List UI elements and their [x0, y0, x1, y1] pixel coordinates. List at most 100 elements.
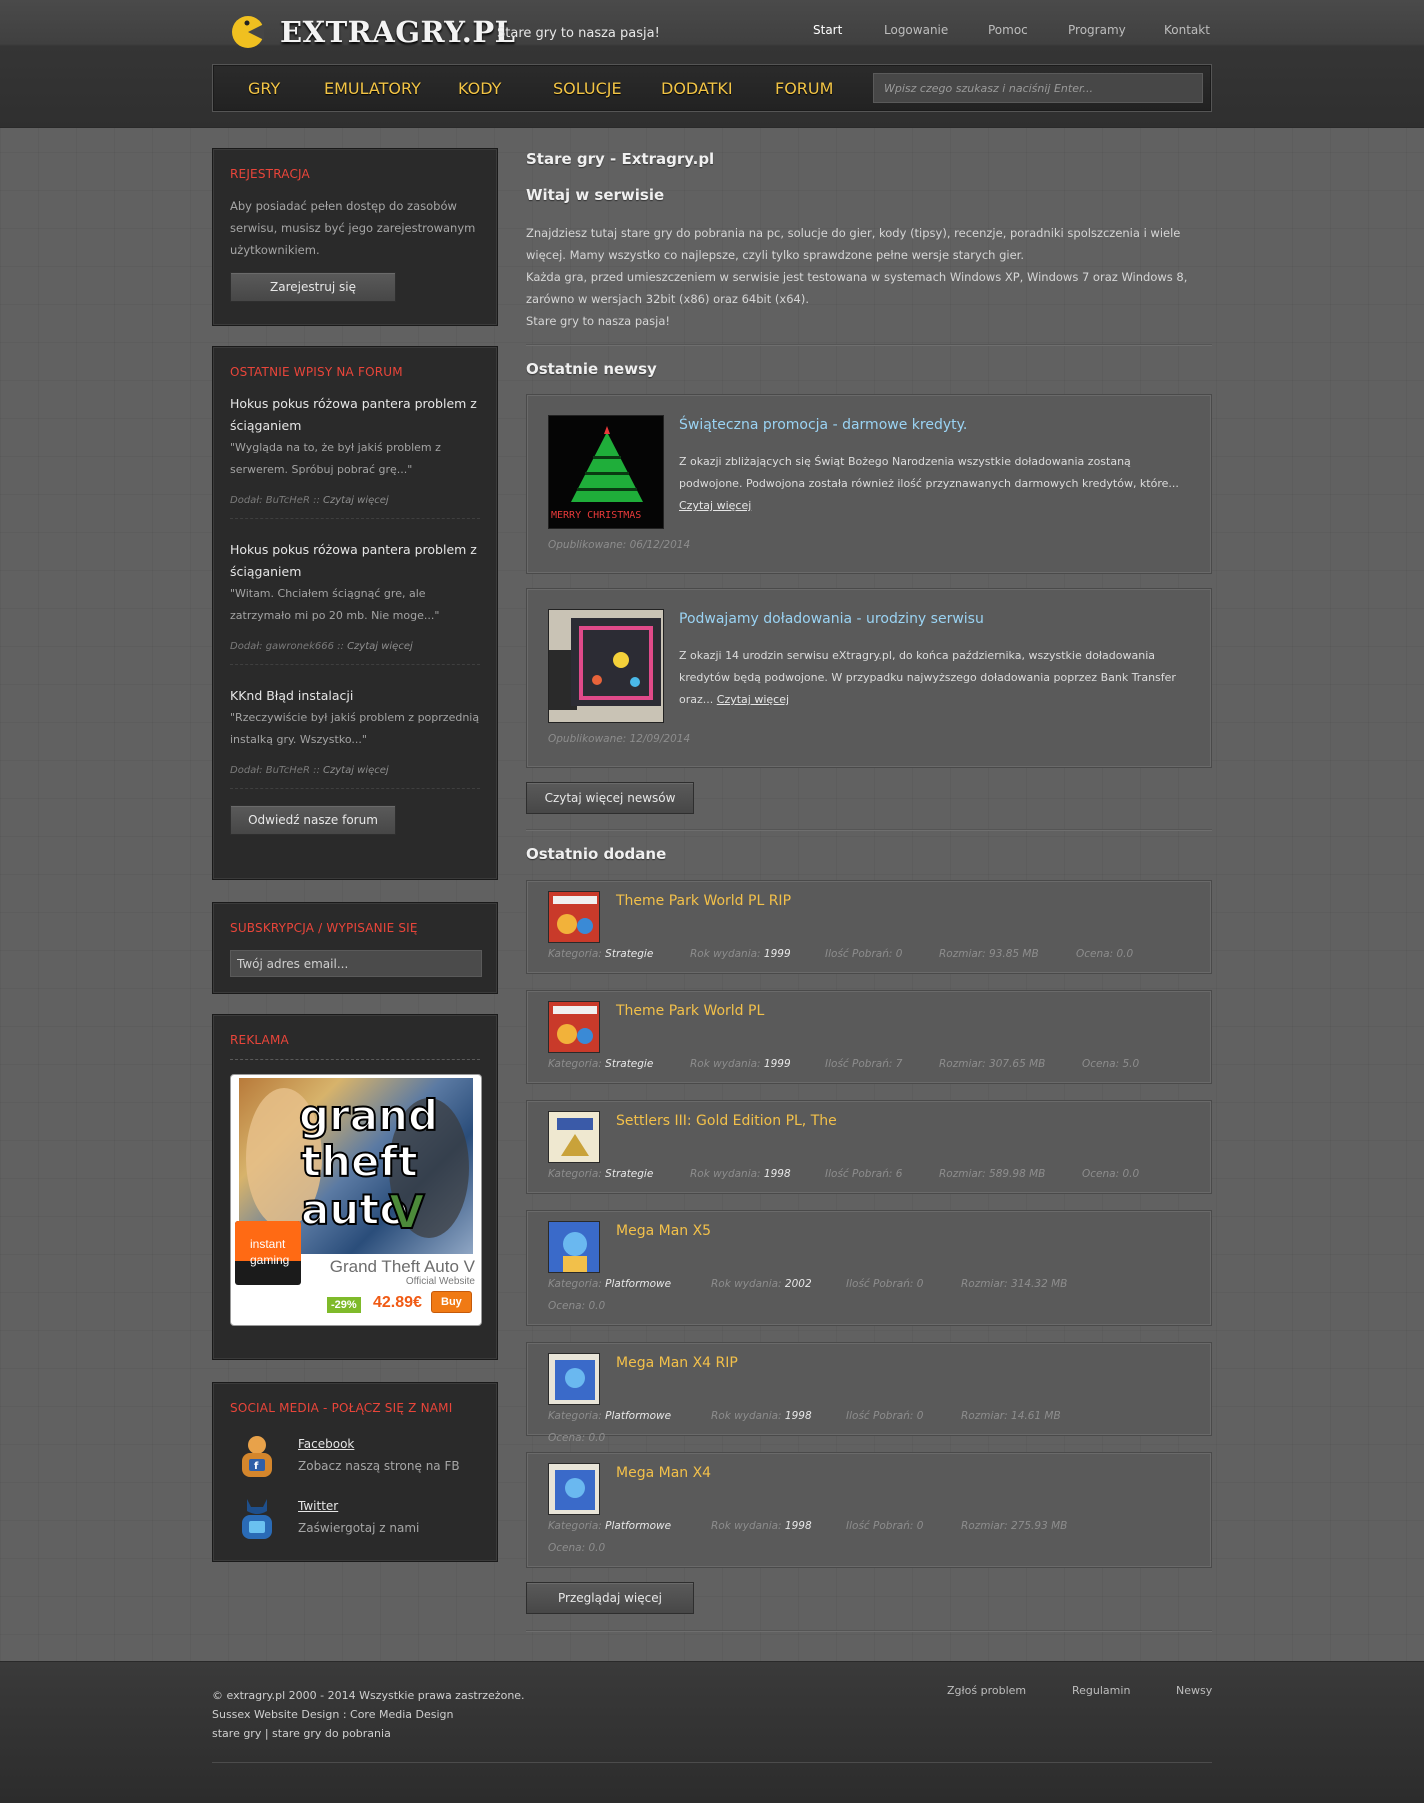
svg-text:grand: grand — [299, 1091, 438, 1140]
news-title[interactable]: Świąteczna promocja - darmowe kredyty. — [679, 417, 967, 433]
game-category-value[interactable]: Strategie — [605, 1168, 653, 1180]
mainnav-addons[interactable]: DODATKI — [661, 79, 733, 98]
forum-post-author: Dodał: BuTcHeR :: — [230, 765, 323, 776]
game-meta: Kategoria: Strategie Rok wydania: 1999 Ilo… — [548, 943, 1148, 965]
twitter-link[interactable]: Twitter — [298, 1495, 419, 1517]
game-title[interactable]: Mega Man X5 — [616, 1223, 711, 1239]
game-cover[interactable] — [548, 1111, 600, 1163]
visit-forum-button[interactable]: Odwiedź nasze forum — [230, 805, 396, 835]
twitter-mascot-icon — [242, 1499, 272, 1539]
game-year-value: 1998 — [784, 1410, 812, 1422]
game-title[interactable]: Mega Man X4 — [616, 1465, 711, 1481]
game-cover[interactable] — [548, 1353, 600, 1405]
social-box: SOCIAL MEDIA - POŁĄCZ SIĘ Z NAMI f Faceb… — [212, 1382, 498, 1562]
facebook-description: Zobacz naszą stronę na FB — [298, 1459, 460, 1473]
forum-post-read-more-link[interactable]: Czytaj więcej — [323, 495, 389, 506]
forum-post: Hokus pokus różowa pantera problem z ści… — [230, 393, 480, 519]
game-year: Rok wydania: 1998 — [711, 1515, 846, 1537]
section-divider — [526, 829, 1212, 831]
footer-line[interactable]: stare gry | stare gry do pobrania — [212, 1724, 525, 1743]
forum-post-read-more-link[interactable]: Czytaj więcej — [347, 641, 413, 652]
settlers-cover-image — [549, 1112, 599, 1162]
game-meta: Kategoria: Strategie Rok wydania: 1998 Ilo… — [548, 1163, 1148, 1185]
game-cover[interactable] — [548, 1463, 600, 1515]
news-read-more-link[interactable]: Czytaj więcej — [679, 499, 751, 512]
forum-post-title[interactable]: Hokus pokus różowa pantera problem z ści… — [230, 539, 480, 583]
topnav-programs[interactable]: Programy — [1068, 23, 1126, 37]
news-thumbnail[interactable]: MERRY CHRISTMAS — [548, 415, 664, 529]
ad-banner[interactable]: grand theft auto V instant gaming Grand … — [230, 1074, 482, 1326]
game-row: Settlers III: Gold Edition PL, The Kateg… — [526, 1100, 1212, 1194]
game-year: Rok wydania: 1999 — [690, 943, 825, 965]
site-logo[interactable]: EXTRAGRY.PL — [230, 12, 516, 52]
mainnav-games[interactable]: GRY — [248, 79, 280, 98]
topnav-help[interactable]: Pomoc — [988, 23, 1028, 37]
newsletter-email-input[interactable] — [230, 950, 482, 977]
game-cover[interactable] — [548, 1221, 600, 1273]
news-title[interactable]: Podwajamy doładowania - urodziny serwisu — [679, 611, 984, 627]
game-category-value[interactable]: Strategie — [605, 1058, 653, 1070]
game-size: Rozmiar: 307.65 MB — [939, 1053, 1082, 1075]
game-title[interactable]: Mega Man X4 RIP — [616, 1355, 738, 1371]
game-category-value[interactable]: Platformowe — [605, 1278, 671, 1290]
forum-post: KKnd Błąd instalacji "Rzeczywiście był j… — [230, 685, 480, 789]
game-rating: Ocena: 0.0 — [548, 1537, 605, 1559]
game-category-label: Kategoria: — [548, 948, 606, 960]
game-downloads-value: 0 — [916, 1278, 924, 1290]
game-downloads-label: Ilość Pobrań: — [825, 1168, 896, 1180]
game-title[interactable]: Theme Park World PL RIP — [616, 893, 791, 909]
news-read-more-link[interactable]: Czytaj więcej — [717, 693, 789, 706]
game-category-value[interactable]: Strategie — [605, 948, 653, 960]
game-category-value[interactable]: Platformowe — [605, 1520, 671, 1532]
game-cover[interactable] — [548, 1001, 600, 1053]
game-year: Rok wydania: 1998 — [711, 1405, 846, 1427]
game-downloads: Ilość Pobrań: 0 — [846, 1273, 961, 1295]
game-row: Theme Park World PL Kategoria: Strategie… — [526, 990, 1212, 1084]
footer-line[interactable]: Sussex Website Design : Core Media Desig… — [212, 1705, 525, 1724]
footer-report-problem-link[interactable]: Zgłoś problem — [947, 1684, 1026, 1697]
game-meta: Kategoria: Platformowe Rok wydania: 1998 I… — [548, 1405, 1148, 1449]
forum-post-read-more-link[interactable]: Czytaj więcej — [323, 765, 389, 776]
game-size-label: Rozmiar: — [939, 1058, 990, 1070]
game-year-label: Rok wydania: — [711, 1520, 785, 1532]
news-body: Z okazji 14 urodzin serwisu eXtragry.pl,… — [679, 645, 1189, 711]
forum-post-excerpt: "Wygląda na to, że był jakiś problem z s… — [230, 441, 441, 476]
pacman-logo-icon — [232, 16, 264, 48]
game-title[interactable]: Theme Park World PL — [616, 1003, 764, 1019]
game-cover[interactable] — [548, 891, 600, 943]
intro-text: Znajdziesz tutaj stare gry do pobrania n… — [526, 222, 1212, 332]
game-rating-value: 5.0 — [1122, 1058, 1140, 1070]
mega-man-cover-image — [549, 1354, 599, 1404]
footer-terms-link[interactable]: Regulamin — [1072, 1684, 1130, 1697]
game-category-value[interactable]: Platformowe — [605, 1410, 671, 1422]
mainnav-forum[interactable]: FORUM — [775, 79, 833, 98]
mainnav-walkthroughs[interactable]: SOLUCJE — [553, 79, 622, 98]
game-downloads: Ilość Pobrań: 0 — [846, 1405, 961, 1427]
game-rating: Ocena: 0.0 — [548, 1427, 605, 1449]
game-rating-value: 0.0 — [588, 1542, 606, 1554]
news-thumbnail[interactable] — [548, 609, 664, 723]
social-title: SOCIAL MEDIA - POŁĄCZ SIĘ Z NAMI — [230, 1401, 453, 1415]
browse-more-button[interactable]: Przeglądaj więcej — [526, 1582, 694, 1614]
forum-post-title[interactable]: Hokus pokus różowa pantera problem z ści… — [230, 393, 480, 437]
more-news-button[interactable]: Czytaj więcej newsów — [526, 782, 694, 814]
mainnav-codes[interactable]: KODY — [458, 79, 501, 98]
game-downloads-value: 0 — [895, 948, 903, 960]
topnav-start[interactable]: Start — [813, 23, 842, 37]
forum-post-title[interactable]: KKnd Błąd instalacji — [230, 685, 480, 707]
game-title[interactable]: Settlers III: Gold Edition PL, The — [616, 1113, 837, 1129]
ad-buy-button[interactable]: Buy — [431, 1291, 472, 1313]
topnav-login[interactable]: Logowanie — [884, 23, 948, 37]
register-button[interactable]: Zarejestruj się — [230, 272, 396, 302]
topnav-contact[interactable]: Kontakt — [1164, 23, 1210, 37]
game-size-value: 307.65 MB — [989, 1058, 1046, 1070]
search-input[interactable] — [873, 73, 1203, 103]
mainnav-emulators[interactable]: EMULATORY — [324, 79, 421, 98]
footer-news-link[interactable]: Newsy — [1176, 1684, 1212, 1697]
game-size-label: Rozmiar: — [961, 1278, 1012, 1290]
game-category: Kategoria: Strategie — [548, 1053, 690, 1075]
facebook-link[interactable]: Facebook — [298, 1433, 460, 1455]
pacman-cake-image — [549, 610, 663, 722]
game-category: Kategoria: Strategie — [548, 943, 690, 965]
forum-post-meta: Dodał: BuTcHeR :: Czytaj więcej — [230, 765, 480, 776]
